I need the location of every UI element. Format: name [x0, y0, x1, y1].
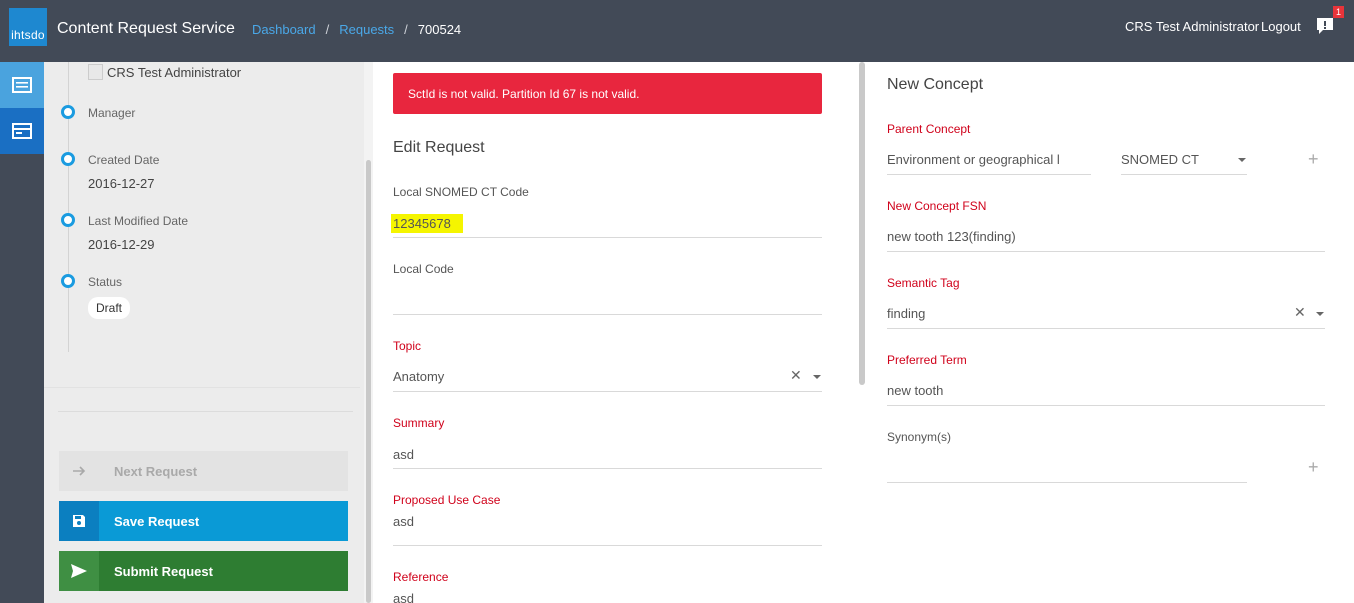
top-bar: ihtsdo Content Request Service Dashboard…: [0, 0, 1354, 62]
created-date-value: 2016-12-27: [88, 176, 155, 191]
summary-label: Summary: [393, 416, 445, 430]
field-underline: [393, 237, 822, 238]
local-snomed-value: 12345678: [391, 214, 463, 233]
reference-input[interactable]: asd: [393, 591, 414, 603]
left-scrollbar[interactable]: [366, 160, 371, 603]
synonyms-label: Synonym(s): [887, 430, 952, 444]
status-label: Status: [88, 275, 123, 289]
next-request-label: Next Request: [114, 463, 198, 479]
local-code-input[interactable]: [393, 292, 822, 310]
semantic-tag-clear-icon[interactable]: ✕: [1294, 304, 1306, 321]
divider: [58, 411, 353, 412]
icon-rail: [0, 62, 44, 603]
ihtsdo-logo[interactable]: ihtsdo: [9, 8, 47, 46]
add-synonym-icon[interactable]: +: [1308, 458, 1319, 476]
breadcrumb: Dashboard / Requests / 700524: [252, 22, 461, 37]
reference-label: Reference: [393, 570, 449, 584]
topic-select[interactable]: Anatomy: [393, 369, 444, 384]
proposed-use-case-input[interactable]: asd: [393, 514, 414, 529]
field-underline: [887, 328, 1325, 329]
local-snomed-label: Local SNOMED CT Code: [393, 185, 529, 199]
parent-concept-input[interactable]: Environment or geographical l: [887, 152, 1060, 167]
notification-badge: 1: [1333, 6, 1345, 18]
user-name[interactable]: CRS Test Administrator: [1125, 19, 1259, 34]
fsn-input[interactable]: new tooth 123(finding): [887, 229, 1016, 244]
new-concept-title: New Concept: [887, 76, 984, 93]
submit-request-label: Submit Request: [114, 563, 213, 579]
timeline-dot: [61, 105, 75, 119]
timeline-dot: [61, 274, 75, 288]
topic-label: Topic: [393, 339, 422, 353]
list-icon[interactable]: [0, 62, 44, 108]
proposed-use-case-label: Proposed Use Case: [393, 493, 501, 507]
topic-clear-icon[interactable]: ✕: [790, 367, 802, 384]
app-title: Content Request Service: [57, 20, 235, 37]
semantic-tag-select[interactable]: finding: [887, 306, 925, 321]
synonyms-input[interactable]: [887, 460, 1247, 478]
field-underline: [393, 314, 822, 315]
edit-request-title: Edit Request: [393, 139, 485, 156]
parent-concept-source-select[interactable]: SNOMED CT: [1121, 152, 1199, 167]
notification-icon[interactable]: [1315, 16, 1335, 36]
topic-chevron-down-icon[interactable]: [813, 375, 821, 379]
submit-request-button[interactable]: Submit Request: [59, 551, 348, 591]
field-underline: [393, 468, 822, 469]
last-modified-value: 2016-12-29: [88, 237, 155, 252]
save-request-label: Save Request: [114, 513, 200, 529]
preferred-term-input[interactable]: new tooth: [887, 383, 943, 398]
owner-name: CRS Test Administrator: [107, 65, 242, 80]
breadcrumb-separator: /: [404, 22, 408, 37]
manager-label: Manager: [88, 106, 136, 120]
save-icon: [59, 501, 99, 541]
send-icon: [59, 551, 99, 591]
timeline-dot: [61, 152, 75, 166]
field-underline: [393, 391, 822, 392]
timeline-dot: [61, 213, 75, 227]
local-code-label: Local Code: [393, 262, 454, 276]
error-alert: SctId is not valid. Partition Id 67 is n…: [393, 73, 822, 114]
breadcrumb-separator: /: [325, 22, 330, 37]
local-snomed-input[interactable]: 12345678: [391, 214, 463, 233]
arrow-right-icon: [59, 451, 99, 491]
summary-input[interactable]: asd: [393, 447, 414, 462]
logout-link[interactable]: Logout: [1261, 19, 1301, 34]
card-icon[interactable]: [0, 108, 44, 154]
divider: [44, 387, 360, 388]
field-underline: [1121, 174, 1247, 175]
field-underline: [887, 405, 1325, 406]
add-parent-concept-icon[interactable]: +: [1308, 150, 1319, 168]
field-underline: [393, 545, 822, 546]
parent-concept-label: Parent Concept: [887, 122, 971, 136]
field-underline: [887, 251, 1325, 252]
avatar: [88, 64, 103, 80]
save-request-button[interactable]: Save Request: [59, 501, 348, 541]
next-request-button[interactable]: Next Request: [59, 451, 348, 491]
semantic-tag-chevron-down-icon[interactable]: [1316, 312, 1324, 316]
field-underline: [887, 174, 1091, 175]
field-underline: [887, 482, 1247, 483]
breadcrumb-requests-link[interactable]: Requests: [339, 22, 394, 37]
form-scrollbar[interactable]: [859, 62, 865, 385]
preferred-term-label: Preferred Term: [887, 353, 967, 367]
source-chevron-down-icon[interactable]: [1238, 158, 1246, 162]
breadcrumb-dashboard-link[interactable]: Dashboard: [252, 22, 316, 37]
semantic-tag-label: Semantic Tag: [887, 276, 960, 290]
fsn-label: New Concept FSN: [887, 199, 987, 213]
last-modified-label: Last Modified Date: [88, 214, 189, 228]
breadcrumb-current: 700524: [417, 22, 462, 37]
status-badge: Draft: [88, 297, 131, 319]
created-date-label: Created Date: [88, 153, 160, 167]
